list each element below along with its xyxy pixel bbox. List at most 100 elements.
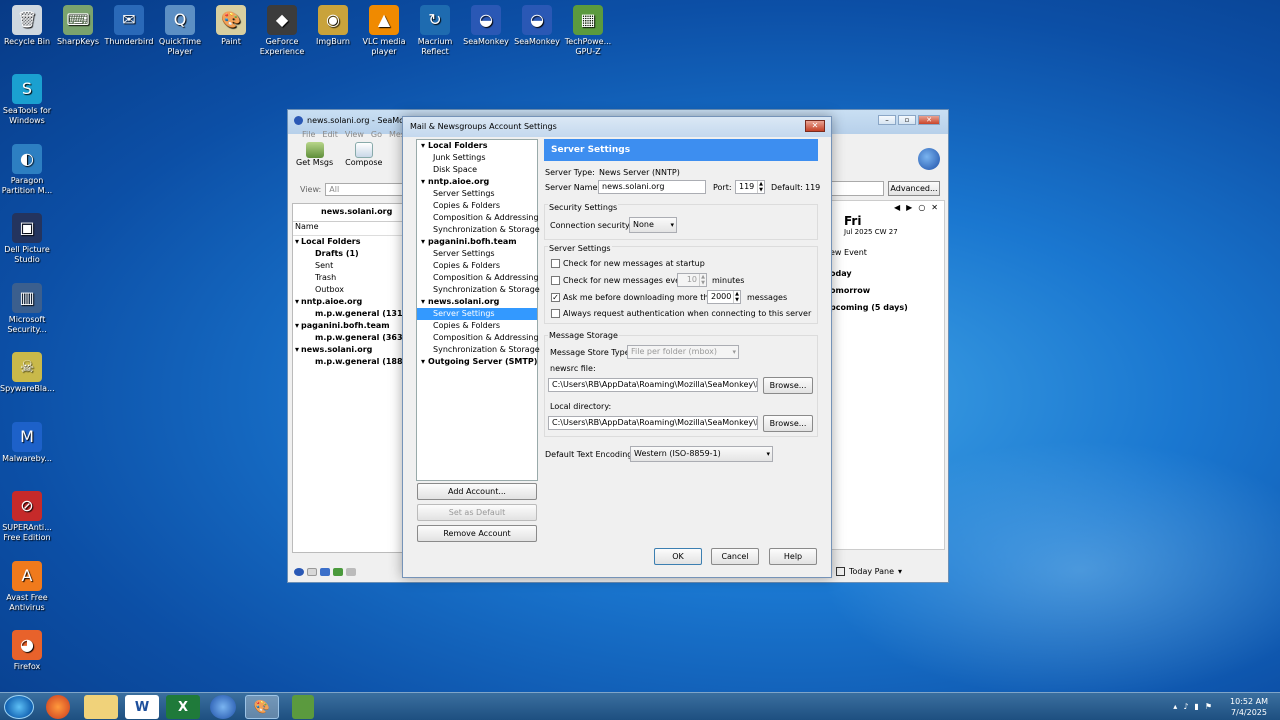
encoding-select[interactable]: Western (ISO-8859-1) ▾ xyxy=(630,446,773,462)
folder-item[interactable]: ▾ Local Folders xyxy=(293,236,403,248)
composer-icon[interactable] xyxy=(346,568,356,576)
desktop-icon[interactable]: ▥ Microsoft Security... xyxy=(0,282,54,335)
ask-before-checkbox[interactable]: ✓ xyxy=(551,293,560,302)
desktop-icon[interactable]: ⊘ SUPERAnti... Free Edition xyxy=(0,491,54,543)
new-event-button[interactable]: ew Event xyxy=(830,236,944,257)
desktop-icon[interactable]: Q QuickTime Player xyxy=(153,5,207,57)
cancel-button[interactable]: Cancel xyxy=(711,548,759,565)
upcoming-section[interactable]: pcoming (5 days) xyxy=(830,295,944,312)
folder-item[interactable]: ▾ paganini.bofh.team xyxy=(293,320,403,332)
today-pane-toggle[interactable]: Today Pane ▾ xyxy=(836,567,902,576)
account-setting-item[interactable]: Synchronization & Storage xyxy=(417,284,540,296)
name-column-header[interactable]: Name xyxy=(293,222,403,236)
account-setting-item[interactable]: Junk Settings xyxy=(417,152,537,164)
excel-taskbar-icon[interactable]: X xyxy=(166,695,200,719)
ask-before-spinner-icon[interactable]: ▲ ▼ xyxy=(733,291,740,303)
desktop-icon[interactable]: A Avast Free Antivirus xyxy=(0,560,54,613)
desktop-icon[interactable]: ◒ SeaMonkey xyxy=(459,5,513,47)
dialog-close-button[interactable]: ✕ xyxy=(805,120,825,132)
account-node[interactable]: ▾ paganini.bofh.team xyxy=(417,236,537,248)
prev-day-icon[interactable]: ◀ xyxy=(894,203,900,212)
clock[interactable]: 10:52 AM 7/4/2025 xyxy=(1230,696,1268,718)
desktop-icon[interactable]: ◕ Firefox xyxy=(0,630,54,672)
view-select[interactable]: All xyxy=(325,183,408,196)
flag-icon[interactable]: ⚑ xyxy=(1205,702,1212,711)
gpuz-taskbar-icon[interactable] xyxy=(292,695,314,719)
account-setting-item[interactable]: Composition & Addressing xyxy=(417,212,539,224)
seamonkey-taskbar-icon[interactable] xyxy=(210,695,236,719)
desktop-icon[interactable]: ◐ Paragon Partition M... xyxy=(0,143,54,196)
folder-item[interactable]: ▾ nntp.aioe.org xyxy=(293,296,403,308)
add-account-button[interactable]: Add Account... xyxy=(417,483,537,500)
check-every-checkbox[interactable] xyxy=(551,276,560,285)
start-button[interactable] xyxy=(4,695,34,719)
menu-file[interactable]: File xyxy=(302,130,315,139)
ask-before-input[interactable]: 2000 ▲ ▼ xyxy=(707,290,741,304)
expand-icon[interactable]: ▾ xyxy=(421,297,425,306)
account-node[interactable]: ▾ nntp.aioe.org xyxy=(417,176,537,188)
compose-button[interactable]: Compose xyxy=(345,142,382,167)
close-button[interactable]: ✕ xyxy=(918,115,940,125)
account-setting-item[interactable]: Composition & Addressing xyxy=(417,272,539,284)
desktop-icon[interactable]: ◉ ImgBurn xyxy=(306,5,360,47)
newsrc-browse-button[interactable]: Browse... xyxy=(763,377,813,394)
desktop-icon[interactable]: ☠ SpywareBla... xyxy=(0,352,55,394)
desktop-icon[interactable]: ✉ Thunderbird xyxy=(102,5,156,47)
expand-icon[interactable]: ▾ xyxy=(295,237,299,246)
account-setting-item[interactable]: Composition & Addressing xyxy=(417,332,539,344)
set-default-button[interactable]: Set as Default xyxy=(417,504,537,521)
account-setting-item[interactable]: Copies & Folders xyxy=(417,320,537,332)
port-input[interactable]: 119 ▲ ▼ xyxy=(735,180,765,194)
desktop-icon[interactable]: ◆ GeForce Experience xyxy=(255,5,309,57)
desktop-icon[interactable]: ◒ SeaMonkey xyxy=(510,5,564,47)
account-setting-item[interactable]: Disk Space xyxy=(417,164,537,176)
address-book-icon[interactable] xyxy=(333,568,343,576)
account-setting-item[interactable]: Server Settings xyxy=(417,188,537,200)
desktop-icon[interactable]: ⌨ SharpKeys xyxy=(51,5,105,47)
help-button[interactable]: Help xyxy=(769,548,817,565)
account-node[interactable]: ▾ Local Folders xyxy=(417,140,537,152)
menu-edit[interactable]: Edit xyxy=(322,130,338,139)
folder-item[interactable]: Outbox xyxy=(293,284,403,296)
local-dir-browse-button[interactable]: Browse... xyxy=(763,415,813,432)
ok-button[interactable]: OK xyxy=(654,548,702,565)
account-setting-item[interactable]: Server Settings xyxy=(417,308,537,320)
account-setting-item[interactable]: Copies & Folders xyxy=(417,200,537,212)
minimize-button[interactable]: – xyxy=(878,115,896,125)
today-section[interactable]: oday xyxy=(830,257,944,278)
folder-item[interactable]: Sent xyxy=(293,260,403,272)
menu-go[interactable]: Go xyxy=(371,130,382,139)
today-icon[interactable]: ○ xyxy=(918,203,925,212)
desktop-icon[interactable]: ↻ Macrium Reflect xyxy=(408,5,462,57)
expand-icon[interactable]: ▾ xyxy=(295,321,299,330)
menu-view[interactable]: View xyxy=(345,130,364,139)
desktop-icon[interactable]: ▲ VLC media player xyxy=(357,5,411,57)
always-auth-checkbox[interactable] xyxy=(551,309,560,318)
browser-icon[interactable] xyxy=(320,568,330,576)
next-day-icon[interactable]: ▶ xyxy=(906,203,912,212)
folder-item[interactable]: m.p.w.general (1885 xyxy=(293,356,403,368)
check-every-input[interactable]: 10 ▲ ▼ xyxy=(677,273,707,287)
check-every-spinner-icon[interactable]: ▲ ▼ xyxy=(699,274,706,286)
expand-icon[interactable]: ▾ xyxy=(295,297,299,306)
advanced-button[interactable]: Advanced... xyxy=(888,181,940,196)
folder-item[interactable]: Trash xyxy=(293,272,403,284)
network-icon[interactable]: ▮ xyxy=(1194,702,1198,711)
conn-security-select[interactable]: None ▾ xyxy=(629,217,677,233)
desktop-icon[interactable]: M Malwareby... xyxy=(0,421,54,464)
folder-item[interactable]: m.p.w.general (1310 xyxy=(293,308,403,320)
desktop-icon[interactable]: ▣ Dell Picture Studio xyxy=(0,213,54,265)
account-node[interactable]: ▾ news.solani.org xyxy=(417,296,537,308)
firefox-taskbar-icon[interactable] xyxy=(46,695,70,719)
desktop-icon[interactable]: S SeaTools for Windows xyxy=(0,74,54,126)
volume-icon[interactable]: ♪ xyxy=(1183,702,1188,711)
account-setting-item[interactable]: Synchronization & Storage xyxy=(417,344,540,356)
port-spinner-icon[interactable]: ▲ ▼ xyxy=(757,181,764,193)
folder-item[interactable]: Drafts (1) xyxy=(293,248,403,260)
folder-item[interactable]: m.p.w.general (3632 xyxy=(293,332,403,344)
maximize-button[interactable]: ▫ xyxy=(898,115,916,125)
desktop-icon[interactable]: 🎨 Paint xyxy=(204,5,258,47)
server-name-input[interactable]: news.solani.org xyxy=(598,180,706,194)
account-setting-item[interactable]: Synchronization & Storage xyxy=(417,224,540,236)
store-type-select[interactable]: File per folder (mbox) ▾ xyxy=(627,345,739,359)
